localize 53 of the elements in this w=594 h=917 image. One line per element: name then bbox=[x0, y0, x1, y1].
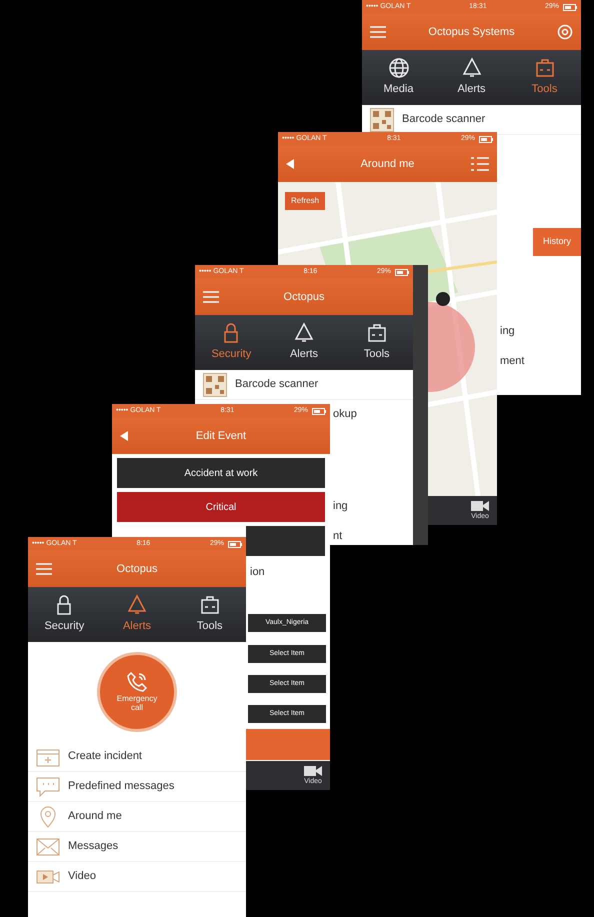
back-icon[interactable] bbox=[286, 159, 294, 169]
video-icon bbox=[36, 868, 60, 884]
refresh-button[interactable]: Refresh bbox=[285, 192, 326, 210]
battery-icon bbox=[228, 540, 242, 548]
video-camera-icon bbox=[471, 500, 489, 512]
screen-title: Around me bbox=[360, 156, 414, 172]
bell-icon bbox=[460, 57, 482, 80]
tab[interactable]: Tools bbox=[508, 50, 581, 105]
list-icon[interactable] bbox=[471, 157, 489, 171]
list-item-text: ing bbox=[333, 499, 349, 514]
toolbox-icon bbox=[198, 594, 221, 616]
screen-title: Octopus Systems bbox=[428, 24, 515, 40]
list-item-text: ion bbox=[250, 565, 266, 580]
list-item-text: nt bbox=[333, 529, 344, 544]
battery-icon bbox=[562, 4, 577, 10]
back-icon[interactable] bbox=[120, 431, 128, 441]
settings-icon[interactable] bbox=[556, 24, 573, 40]
screen-title: Edit Event bbox=[196, 428, 246, 444]
list-item-text: okup bbox=[333, 407, 358, 422]
phone-icon bbox=[126, 671, 148, 694]
bell-icon bbox=[126, 594, 148, 616]
video-camera-icon bbox=[304, 764, 322, 777]
qr-code-icon bbox=[203, 372, 227, 396]
screen-title: Octopus bbox=[116, 562, 158, 577]
qr-code-icon bbox=[370, 108, 394, 132]
list-item-text: ing bbox=[500, 324, 516, 339]
emergency-call-button[interactable]: Emergency call bbox=[97, 652, 177, 732]
tab[interactable]: Security bbox=[28, 587, 101, 642]
tab[interactable]: Alerts bbox=[100, 587, 174, 642]
screen-title: Octopus bbox=[284, 290, 324, 305]
tab[interactable]: Alerts bbox=[435, 50, 508, 105]
list-item-text: ment bbox=[500, 354, 526, 369]
menu-icon[interactable] bbox=[36, 563, 52, 575]
globe-icon bbox=[388, 57, 410, 80]
menu-icon[interactable] bbox=[203, 291, 219, 303]
tab[interactable]: Alerts bbox=[268, 315, 340, 370]
battery-icon bbox=[394, 268, 409, 276]
tab[interactable]: Tools bbox=[173, 587, 246, 642]
chat-bubble-icon bbox=[36, 776, 60, 796]
menu-icon[interactable] bbox=[370, 26, 386, 38]
envelope-icon bbox=[36, 838, 60, 856]
battery-icon bbox=[478, 136, 493, 142]
event-button[interactable]: Accident at work bbox=[117, 458, 325, 488]
toolbox-icon bbox=[534, 57, 556, 80]
list-item[interactable]: Barcode scanner bbox=[195, 370, 413, 400]
tab[interactable]: Tools bbox=[340, 315, 413, 370]
tab[interactable]: Media bbox=[362, 50, 435, 105]
toolbox-icon bbox=[366, 322, 388, 344]
bell-icon bbox=[293, 322, 315, 344]
battery-icon bbox=[312, 408, 326, 414]
event-button[interactable]: Critical bbox=[117, 492, 325, 522]
calendar-plus-icon bbox=[36, 746, 60, 766]
tab[interactable]: Security bbox=[195, 315, 268, 370]
